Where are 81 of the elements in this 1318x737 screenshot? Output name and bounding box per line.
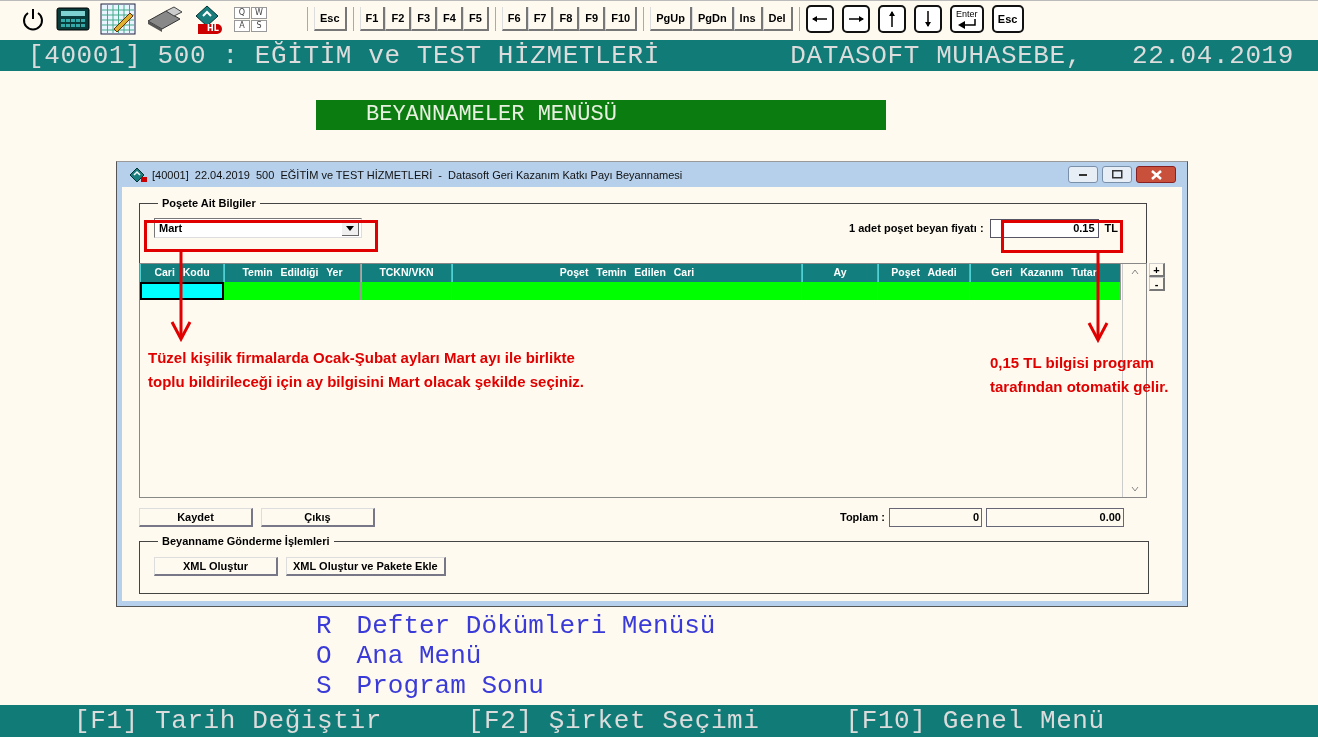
annotation-text: Tüzel kişilik firmalarda Ocak-Şubat ayları Mart ayı ile birlikte toplu bildirileceği için ay bilgisini Mart olacak şekilde seçiniz. [148, 348, 584, 393]
menu-item[interactable]: Program Sonu [356, 671, 544, 702]
menu-key[interactable]: R [316, 611, 332, 642]
column-header[interactable]: Poşet Adedi [878, 264, 970, 283]
header-text: 22.04.2019 [1131, 40, 1294, 71]
app-icon [128, 166, 148, 183]
menu-key[interactable]: S [316, 671, 332, 702]
shortcut-text[interactable]: [F1] Tarih Değiştir [74, 706, 382, 737]
arrow-key-button[interactable] [805, 5, 834, 34]
total-field[interactable]: 0.00 [986, 507, 1124, 527]
key-button[interactable]: F2 [385, 7, 412, 32]
total-label: Toplam : [840, 511, 885, 524]
dialog-button[interactable]: Çıkış [261, 507, 375, 527]
menu-item[interactable]: Defter Dökümleri Menüsü [356, 611, 716, 642]
spin-button[interactable]: + [1149, 263, 1165, 278]
key-button[interactable]: PgUp [650, 7, 692, 32]
key-button[interactable]: F10 [605, 7, 638, 32]
key-button[interactable]: F5 [462, 7, 489, 32]
down-arrow-icon [924, 11, 931, 28]
close-button[interactable] [1136, 166, 1176, 184]
up-arrow-icon [888, 11, 895, 28]
key-button[interactable]: Del [762, 7, 793, 32]
table-cell[interactable] [802, 282, 878, 301]
maximize-button[interactable] [1102, 166, 1132, 184]
right-arrow-icon [847, 16, 864, 23]
table-cell[interactable] [970, 282, 1121, 301]
price-label: 1 adet poşet beyan fiyatı : [849, 222, 984, 235]
column-header[interactable]: Poşet Temin Edilen Cari [452, 264, 802, 283]
group-title: Poşete Ait Bilgiler [161, 197, 257, 210]
key-button[interactable]: F3 [411, 7, 438, 32]
key-button[interactable]: F1 [359, 7, 386, 32]
spreadsheet-icon[interactable] [100, 3, 136, 36]
dialog-button[interactable]: Kaydet [139, 507, 253, 527]
shortcut-text[interactable]: [F10] Genel Menü [845, 706, 1105, 737]
usb-drive-icon[interactable] [146, 5, 182, 34]
scroll-down-icon [1129, 485, 1140, 494]
key-button[interactable]: PgDn [691, 7, 734, 32]
calculator-icon[interactable] [56, 6, 90, 33]
table-cell[interactable] [140, 282, 224, 301]
menu-title: BEYANNAMELER MENÜSÜ [316, 100, 886, 131]
power-icon[interactable] [20, 6, 46, 33]
key-button[interactable]: F4 [437, 7, 463, 32]
minimize-button[interactable] [1068, 166, 1098, 184]
close-icon [1150, 169, 1162, 180]
key-button[interactable]: Esc [991, 5, 1024, 34]
enter-key-button[interactable]: Enter [949, 5, 984, 34]
header-text: DATASOFT MUHASEBE, [790, 40, 1082, 71]
dialog-button[interactable]: XML Oluştur [154, 557, 278, 577]
menu-key[interactable]: O [316, 641, 332, 672]
column-header[interactable]: Ay [802, 264, 878, 283]
badge: HL [198, 24, 222, 35]
group-title: Beyanname Gönderme İşlemleri [161, 535, 331, 548]
arrow-key-button[interactable] [913, 5, 942, 34]
table-cell[interactable] [361, 282, 452, 301]
arrow-key-button[interactable] [841, 5, 870, 34]
company-title: [40001] 500 : EĞİTİM ve TEST HİZMETLERİ [28, 40, 660, 71]
column-header[interactable]: Temin Edildiği Yer [224, 264, 361, 283]
window-title: [40001] 22.04.2019 500 EĞİTİM ve TEST HİZMETLERİ - Datasoft Geri Kazanım Katkı Payı Beyannamesi [152, 168, 684, 181]
table-cell[interactable] [452, 282, 802, 301]
maximize-icon [1111, 170, 1123, 180]
column-header[interactable]: Cari Kodu [140, 264, 224, 283]
spin-button[interactable]: - [1149, 277, 1165, 292]
unit-label: TL [1104, 222, 1118, 235]
key-button[interactable]: Ins [733, 7, 763, 32]
key-button[interactable]: Esc [314, 7, 347, 32]
left-arrow-icon [811, 16, 828, 23]
dialog-button[interactable]: XML Oluştur ve Pakete Ekle [286, 557, 446, 577]
key-button[interactable]: F8 [553, 7, 580, 32]
annotation-text: 0,15 TL bilgisi program tarafından otomatik gelir. [990, 353, 1169, 398]
column-header[interactable]: TCKN/VKN [361, 264, 452, 283]
minimize-icon [1079, 173, 1087, 176]
key-button[interactable]: F7 [527, 7, 554, 32]
menu-item[interactable]: Ana Menü [356, 641, 482, 672]
table-cell[interactable] [878, 282, 970, 301]
scroll-up-icon [1129, 268, 1140, 277]
total-field[interactable]: 0 [889, 507, 982, 527]
table-cell[interactable] [224, 282, 361, 301]
arrow-key-button[interactable] [877, 5, 906, 34]
shortcut-text[interactable]: [F2] Şirket Seçimi [467, 706, 760, 737]
key-button[interactable]: F9 [579, 7, 606, 32]
key-button[interactable]: F6 [501, 7, 528, 32]
